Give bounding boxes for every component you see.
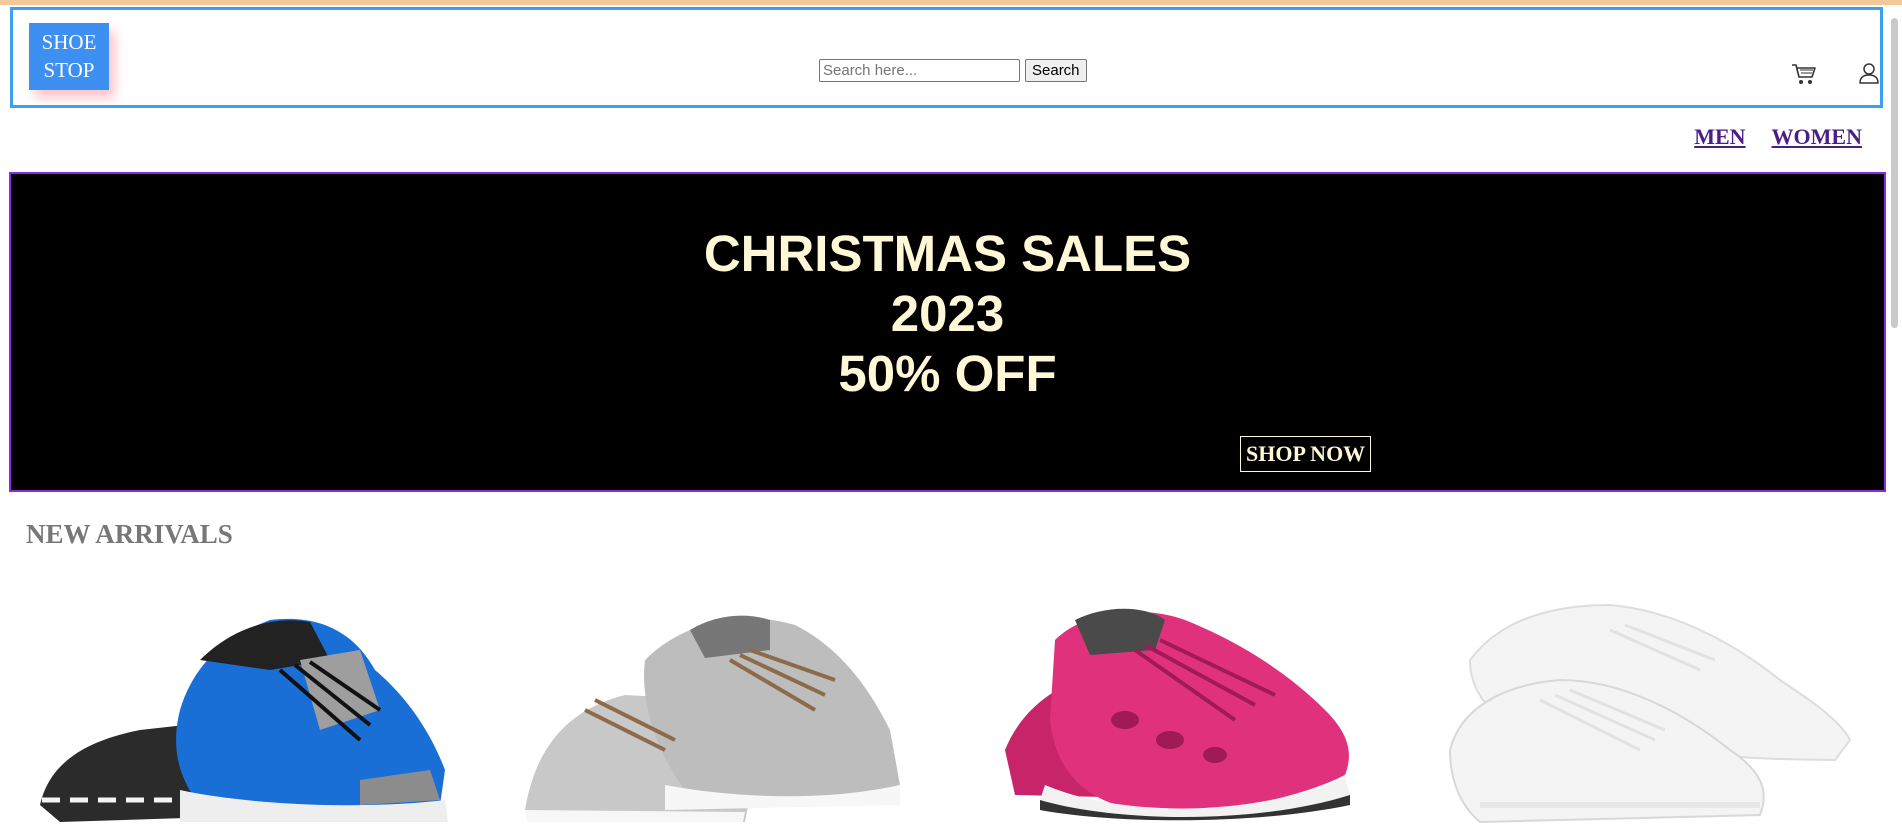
new-arrivals-title: NEW ARRIVALS: [26, 519, 233, 549]
cart-icon[interactable]: [1791, 62, 1817, 86]
product-image-grey-canvas-shoes: [525, 615, 900, 822]
scrollbar-thumb[interactable]: [1891, 18, 1898, 328]
nav-link-men[interactable]: MEN: [1694, 124, 1745, 150]
product-image-white-sneakers: [1448, 603, 1852, 824]
logo-line-1: SHOE: [41, 30, 97, 54]
site-header: SHOE STOP Search: [10, 7, 1883, 108]
search-input[interactable]: [819, 59, 1020, 82]
nav-link-women[interactable]: WOMEN: [1772, 124, 1862, 150]
product-image-blue-sneakers: [40, 618, 448, 822]
logo-line-2: STOP: [43, 58, 95, 82]
shop-now-button[interactable]: SHOP NOW: [1240, 436, 1372, 472]
product-image-pink-running-shoes: [1005, 608, 1350, 821]
product-card-2[interactable]: [515, 600, 915, 825]
banner-line-2: 2023: [890, 285, 1005, 342]
page-scrollbar[interactable]: [1888, 18, 1902, 825]
search-bar: Search: [819, 59, 1087, 82]
banner-line-3: 50% OFF: [838, 345, 1057, 402]
search-button[interactable]: Search: [1025, 59, 1087, 82]
main-nav: MEN WOMEN: [1694, 124, 1862, 150]
product-card-3[interactable]: [995, 600, 1395, 825]
user-icon[interactable]: [1858, 61, 1880, 85]
window-top-strip: [0, 0, 1902, 5]
christmas-sale-banner: CHRISTMAS SALES 2023 50% OFF SHOP NOW: [9, 172, 1886, 492]
banner-line-1: CHRISTMAS SALES: [703, 225, 1192, 282]
product-card-4[interactable]: [1440, 600, 1860, 825]
shoe-stop-logo[interactable]: SHOE STOP: [29, 23, 109, 90]
banner-headline: CHRISTMAS SALES 2023 50% OFF: [11, 224, 1884, 404]
product-card-1[interactable]: [30, 600, 460, 825]
